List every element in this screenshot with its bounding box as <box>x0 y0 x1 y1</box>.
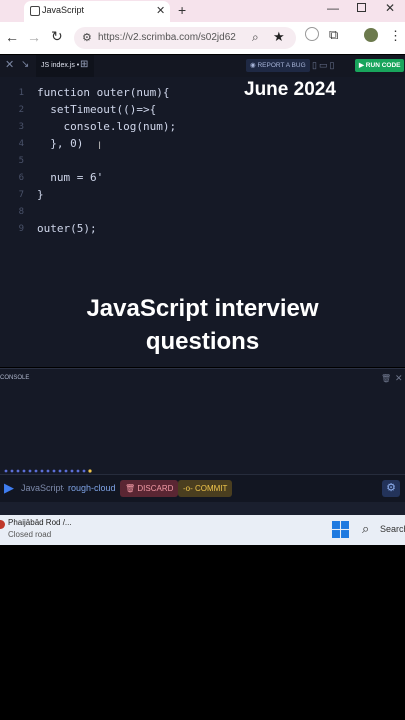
search-icon[interactable]: ⌕ <box>362 521 369 537</box>
tab-close-icon[interactable]: ✕ <box>156 4 165 17</box>
code-line[interactable]: } <box>37 188 44 201</box>
editor-toolbar: ✕ ↘ JS index.js • ⊞ ◉ REPORT A BUG ▯▭▯ ▶… <box>0 55 405 78</box>
maximize-button[interactable] <box>357 3 366 12</box>
minimize-button[interactable]: — <box>327 1 339 15</box>
line-number: 8 <box>18 207 24 217</box>
report-bug-button[interactable]: ◉ REPORT A BUG <box>246 59 310 72</box>
code-line[interactable]: console.log(num); <box>37 120 176 133</box>
trash-icon[interactable]: 🗑 <box>381 374 391 383</box>
console-label: CONSOLE <box>0 375 30 381</box>
scrim-bottom-bar: ▶ JavaScript · rough-cloud 🗑 DISCARD -o-… <box>0 474 405 503</box>
browser-menu-icon[interactable]: ⋮ <box>389 28 402 44</box>
page-icon <box>30 6 40 16</box>
text-cursor-icon: I <box>98 140 102 152</box>
code-line[interactable]: function outer(num){ <box>37 86 169 99</box>
settings-gear-icon[interactable]: ⚙ <box>382 480 400 497</box>
line-number: 3 <box>18 122 24 132</box>
alert-icon <box>0 520 5 529</box>
windows-start-icon[interactable] <box>332 521 349 538</box>
line-number: 2 <box>18 105 24 115</box>
notification-subtitle: Closed road <box>8 530 52 539</box>
line-number: 7 <box>18 190 24 200</box>
layout-toggle-icons[interactable]: ▯▭▯ <box>312 60 336 71</box>
window-close-button[interactable]: ✕ <box>385 1 395 15</box>
bookmark-star-icon[interactable]: ★ <box>273 29 285 45</box>
play-icon[interactable]: ▶ <box>4 480 14 496</box>
site-settings-icon[interactable]: ⚙ <box>82 31 92 44</box>
line-number: 5 <box>18 156 24 166</box>
code-line[interactable]: }, 0) <box>37 137 83 150</box>
close-icon[interactable]: ✕ <box>395 373 403 384</box>
back-arrow-icon[interactable]: ← <box>5 29 19 45</box>
taskbar-search[interactable]: Search <box>380 524 405 534</box>
reload-icon[interactable]: ↻ <box>51 28 63 45</box>
separator: · <box>62 483 65 493</box>
overlay-date: June 2024 <box>244 79 336 100</box>
new-tab-button[interactable]: + <box>178 2 186 18</box>
scrim-name[interactable]: rough-cloud <box>68 483 116 493</box>
browser-tab-bar: JavaScript ✕ + — ✕ <box>0 0 405 22</box>
code-line[interactable]: setTimeout(()=>{ <box>37 103 156 116</box>
commit-button[interactable]: -o- COMMIT <box>178 480 233 497</box>
line-number: 9 <box>18 224 24 234</box>
scrim-language: JavaScript <box>21 483 64 493</box>
discard-button[interactable]: 🗑 DISCARD <box>120 480 179 497</box>
code-line[interactable]: num = 6' <box>37 171 103 184</box>
line-number: 4 <box>18 139 24 149</box>
line-number: 6 <box>18 173 24 183</box>
extensions-puzzle-icon[interactable]: ⧉ <box>329 27 338 43</box>
taskbar: Phaijābād Rod /... Closed road ⌕ Search <box>0 515 405 545</box>
close-panel-icon[interactable]: ✕ <box>5 58 14 71</box>
line-number: 1 <box>18 88 24 98</box>
overlay-title: JavaScript interview questions <box>86 295 319 355</box>
browser-tab[interactable]: JavaScript ✕ <box>24 1 170 22</box>
browser-toolbar: ← → ↻ ⚙ https://v2.scrimba.com/s02jd62 ⌕… <box>0 22 405 54</box>
notification-title[interactable]: Phaijābād Rod /... <box>8 518 72 527</box>
url-text[interactable]: https://v2.scrimba.com/s02jd62 <box>98 32 236 43</box>
forward-arrow-icon[interactable]: → <box>27 29 41 45</box>
profile-avatar[interactable] <box>364 28 378 42</box>
file-tab-label: JS index.js • <box>41 62 80 69</box>
console-panel: CONSOLE 🗑 ✕ <box>0 368 405 474</box>
zoom-icon[interactable]: ⌕ <box>252 30 259 45</box>
address-bar[interactable]: ⚙ https://v2.scrimba.com/s02jd62 ⌕ ★ <box>74 27 296 49</box>
run-code-button[interactable]: ▶ RUN CODE <box>355 59 405 72</box>
new-file-icon[interactable]: ⊞ <box>80 59 88 70</box>
extension-icon[interactable] <box>305 27 319 41</box>
code-line[interactable]: outer(5); <box>37 222 97 235</box>
tab-title: JavaScript <box>42 5 85 15</box>
editor-footer <box>0 502 405 515</box>
expand-icon[interactable]: ↘ <box>21 59 29 70</box>
